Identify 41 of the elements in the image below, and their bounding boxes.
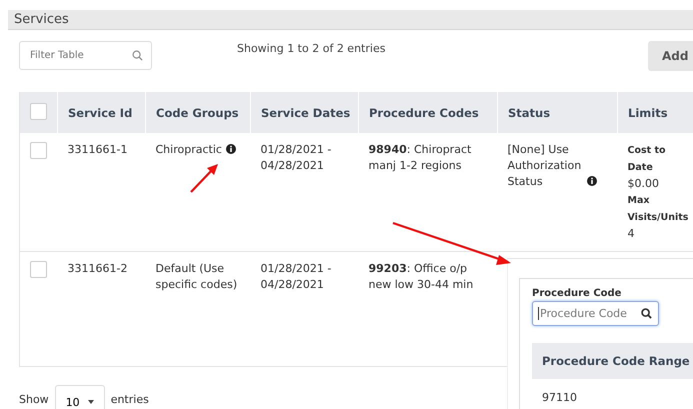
- caret-icon: [88, 400, 94, 404]
- filter-input[interactable]: Filter Table: [30, 50, 120, 61]
- column-header[interactable]: Status: [498, 92, 618, 133]
- limit-value: 4: [628, 226, 636, 242]
- row-checkbox[interactable]: [30, 261, 47, 278]
- code-group: Default (Use specific codes): [156, 262, 238, 291]
- column-header[interactable]: Limits: [618, 92, 693, 133]
- field-label: Procedure Code: [532, 288, 622, 299]
- column-header[interactable]: Code Groups: [146, 92, 250, 133]
- search-icon: [132, 50, 143, 61]
- row-checkbox[interactable]: [30, 142, 47, 159]
- filter-field[interactable]: Filter Table: [19, 41, 152, 70]
- limit-value: $0.00: [628, 176, 660, 192]
- code-group: Chiropractic: [156, 143, 222, 156]
- service-dates: 01/28/2021 - 04/28/2021: [260, 143, 332, 172]
- limit-label: Cost to Date: [628, 144, 667, 175]
- service-dates: 01/28/2021 - 04/28/2021: [260, 262, 332, 291]
- section-title: Services: [8, 10, 693, 30]
- annotation-arrow: [190, 164, 218, 193]
- column-header[interactable]: Service Id: [58, 92, 146, 133]
- procedure-code-field[interactable]: Procedure Code: [532, 301, 659, 326]
- range-column-header[interactable]: Procedure Code Range: [532, 343, 693, 379]
- column-header[interactable]: Procedure Codes: [358, 92, 498, 133]
- procedure-code-input[interactable]: Procedure Code: [538, 307, 633, 320]
- range-cell-text: 97110: [541, 390, 578, 406]
- service-id: 3311661-2: [68, 262, 128, 275]
- entries-label: entries: [110, 392, 149, 406]
- limit-label: Max Visits/Units: [628, 194, 690, 225]
- add-button[interactable]: Add: [648, 41, 693, 71]
- info-icon[interactable]: [586, 176, 596, 186]
- info-icon[interactable]: [226, 144, 236, 154]
- service-id: 3311661-1: [68, 143, 128, 156]
- search-icon: [641, 308, 652, 319]
- page-size-select[interactable]: 10: [54, 385, 105, 409]
- select-all-checkbox[interactable]: [30, 102, 47, 120]
- procedure-code: 98940: Chiropract manj 1-2 regions: [368, 143, 472, 172]
- status-text: [None] Use Authorization Status: [508, 142, 582, 190]
- column-header[interactable]: Service Dates: [250, 92, 358, 133]
- entries-info: Showing 1 to 2 of 2 entries: [237, 42, 386, 55]
- procedure-code: 99203: Office o/p new low 30-44 min: [368, 262, 474, 291]
- show-label: Show: [19, 392, 49, 406]
